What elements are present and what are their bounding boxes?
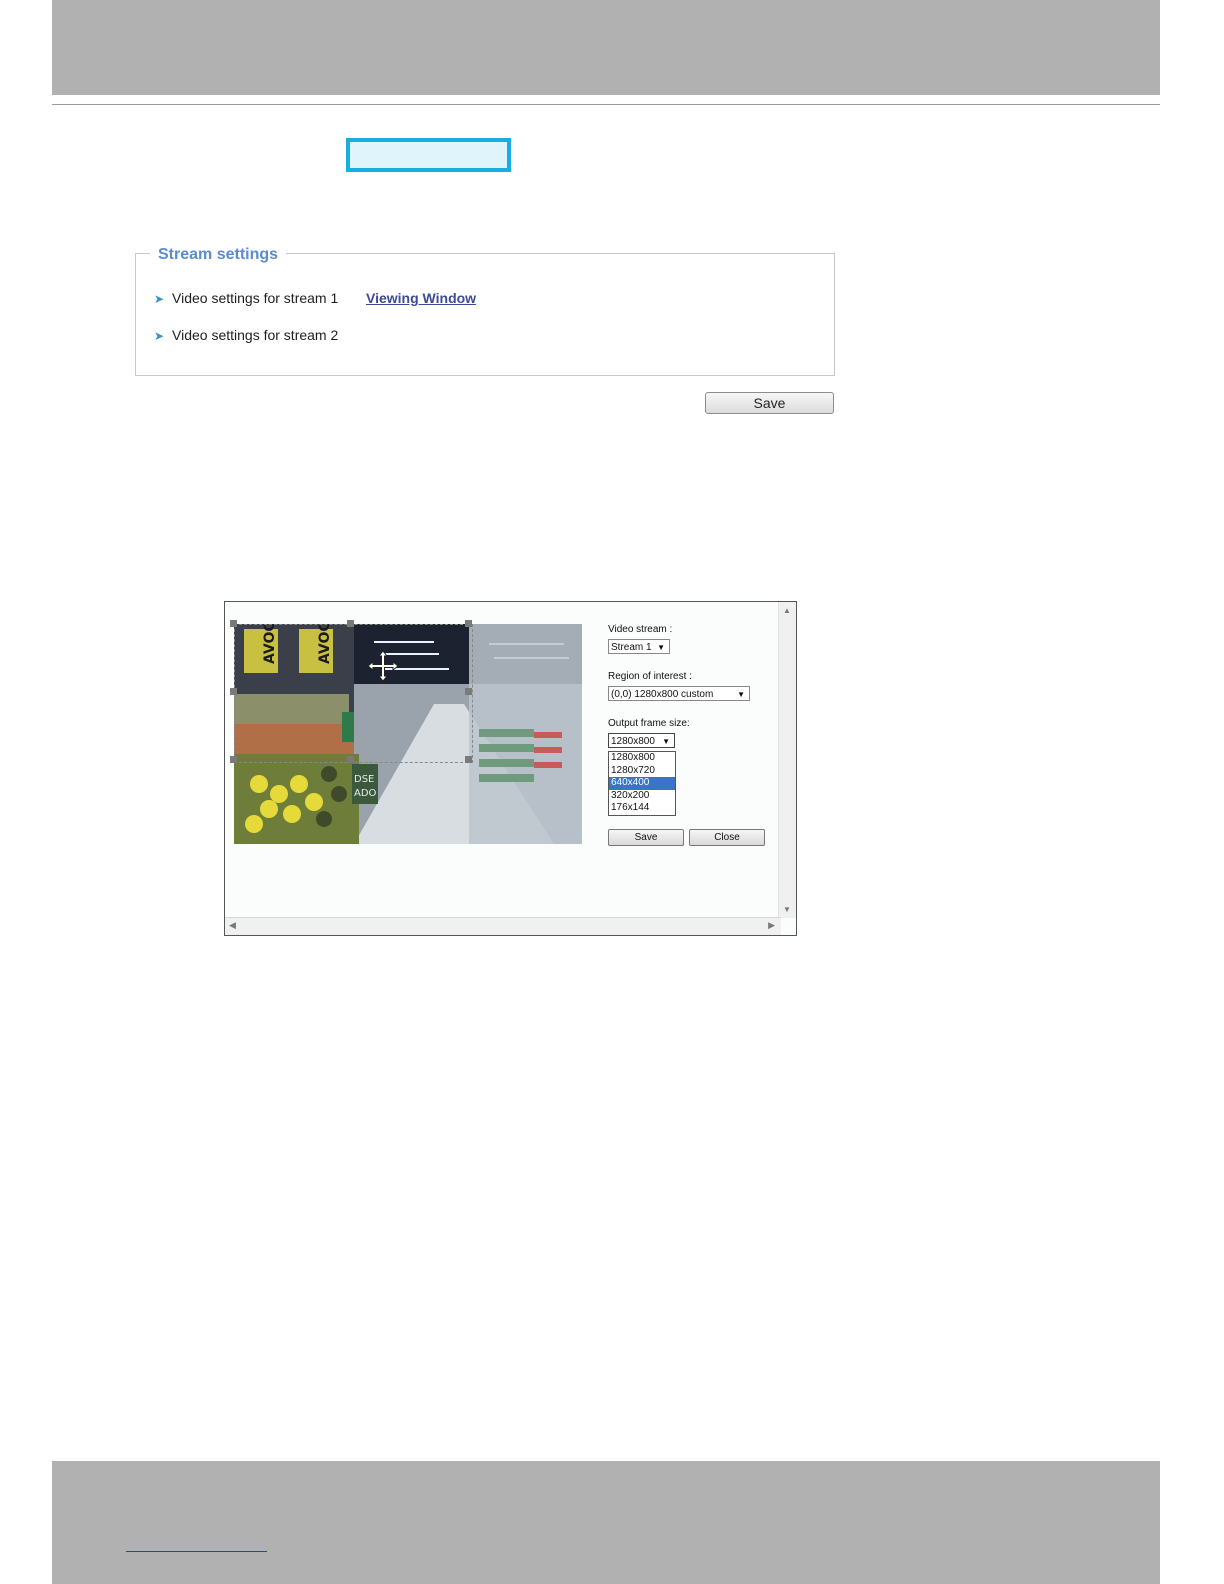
- chevron-down-icon: ▼: [657, 643, 665, 652]
- output-frame-size-options: 1280x800 1280x720 640x400 320x200 176x14…: [608, 751, 676, 816]
- chevron-down-icon: ▼: [737, 690, 745, 699]
- viewing-window: AVOC AVOC DSE ADO Video stream : Stream …: [224, 601, 797, 936]
- roi-resize-handle[interactable]: [465, 620, 472, 627]
- chevron-right-icon: ➤: [154, 329, 165, 343]
- sign-text-3: DSE: [354, 774, 374, 785]
- chevron-down-icon: ▼: [662, 737, 670, 746]
- stream1-settings-item[interactable]: ➤ Video settings for stream 1: [154, 289, 338, 308]
- video-stream-label: Video stream :: [608, 624, 673, 635]
- roi-resize-handle[interactable]: [230, 756, 237, 763]
- roi-select[interactable]: (0,0) 1280x800 custom ▼: [608, 686, 750, 701]
- output-frame-size-select[interactable]: 1280x800 ▼: [608, 733, 675, 748]
- move-cursor-icon: [367, 650, 399, 682]
- viewer-close-button[interactable]: Close: [689, 829, 765, 846]
- scroll-left-icon[interactable]: ◀: [229, 920, 236, 931]
- vertical-scrollbar[interactable]: ▲ ▼: [778, 602, 796, 918]
- footer-link-underline[interactable]: [126, 1551, 267, 1552]
- viewing-window-link[interactable]: Viewing Window: [366, 289, 476, 307]
- output-frame-size-value: 1280x800: [611, 736, 655, 747]
- dropdown-option-selected[interactable]: 640x400: [609, 777, 675, 790]
- viewer-save-button[interactable]: Save: [608, 829, 684, 846]
- horizontal-scrollbar[interactable]: ◀ ▶: [225, 917, 781, 935]
- roi-resize-handle[interactable]: [465, 688, 472, 695]
- output-frame-size-label: Output frame size:: [608, 718, 690, 729]
- roi-resize-handle[interactable]: [347, 620, 354, 627]
- header-divider: [52, 104, 1160, 105]
- dropdown-option[interactable]: 1280x800: [609, 752, 675, 765]
- roi-resize-handle[interactable]: [230, 688, 237, 695]
- save-button[interactable]: Save: [705, 392, 834, 414]
- dropdown-option[interactable]: 1280x720: [609, 765, 675, 778]
- stream1-settings-label: Video settings for stream 1: [172, 290, 339, 306]
- stream2-settings-label: Video settings for stream 2: [172, 327, 339, 343]
- scroll-right-icon[interactable]: ▶: [768, 920, 775, 931]
- scroll-down-icon[interactable]: ▼: [783, 905, 791, 914]
- stream2-settings-item[interactable]: ➤ Video settings for stream 2: [154, 326, 338, 345]
- roi-label: Region of interest :: [608, 671, 692, 682]
- scroll-up-icon[interactable]: ▲: [783, 606, 791, 615]
- roi-resize-handle[interactable]: [465, 756, 472, 763]
- video-stream-select[interactable]: Stream 1 ▼: [608, 639, 670, 654]
- page-footer-bar: [52, 1461, 1160, 1584]
- chevron-right-icon: ➤: [154, 292, 165, 306]
- region-of-interest-box[interactable]: [234, 624, 473, 763]
- dropdown-option[interactable]: 176x144: [609, 802, 675, 815]
- video-stream-value: Stream 1: [611, 642, 652, 653]
- roi-resize-handle[interactable]: [230, 620, 237, 627]
- stream-settings-legend: Stream settings: [150, 245, 287, 265]
- stream-settings-fieldset: [135, 253, 835, 376]
- page-header-bar: [52, 0, 1160, 95]
- highlight-box: [346, 138, 511, 172]
- roi-resize-handle[interactable]: [347, 756, 354, 763]
- roi-value: (0,0) 1280x800 custom: [611, 689, 714, 700]
- sign-text-4: ADO: [354, 788, 377, 799]
- dropdown-option[interactable]: 320x200: [609, 790, 675, 803]
